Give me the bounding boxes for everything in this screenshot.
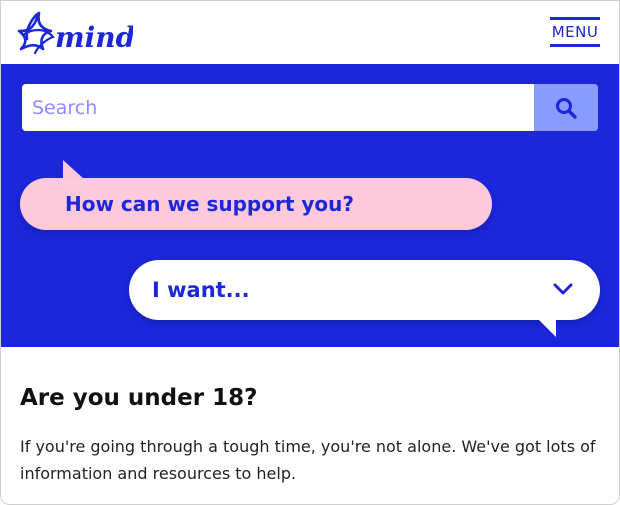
- search-icon: [556, 97, 577, 119]
- hero-panel: How can we support you? I want...: [1, 64, 619, 347]
- section-body: If you're going through a tough time, yo…: [20, 437, 596, 483]
- section-title: Are you under 18?: [20, 385, 258, 411]
- speech-tail-white: [536, 317, 556, 337]
- under-18-section: Are you under 18? If you're going throug…: [1, 347, 619, 504]
- support-question-text: How can we support you?: [65, 192, 354, 216]
- search-input[interactable]: [22, 84, 536, 131]
- support-question-bubble: How can we support you?: [20, 178, 492, 230]
- menu-button[interactable]: MENU: [550, 17, 600, 47]
- i-want-label: I want...: [152, 278, 250, 302]
- page-frame: mind MENU How can we support you? I want…: [0, 0, 620, 505]
- mind-logo[interactable]: mind: [17, 9, 133, 59]
- logo-wordmark: mind: [55, 21, 133, 54]
- site-header: mind MENU: [1, 1, 619, 64]
- chevron-down-icon: [553, 283, 573, 295]
- search-bar: [20, 82, 600, 133]
- search-button[interactable]: [534, 84, 598, 131]
- i-want-dropdown[interactable]: I want...: [129, 260, 600, 320]
